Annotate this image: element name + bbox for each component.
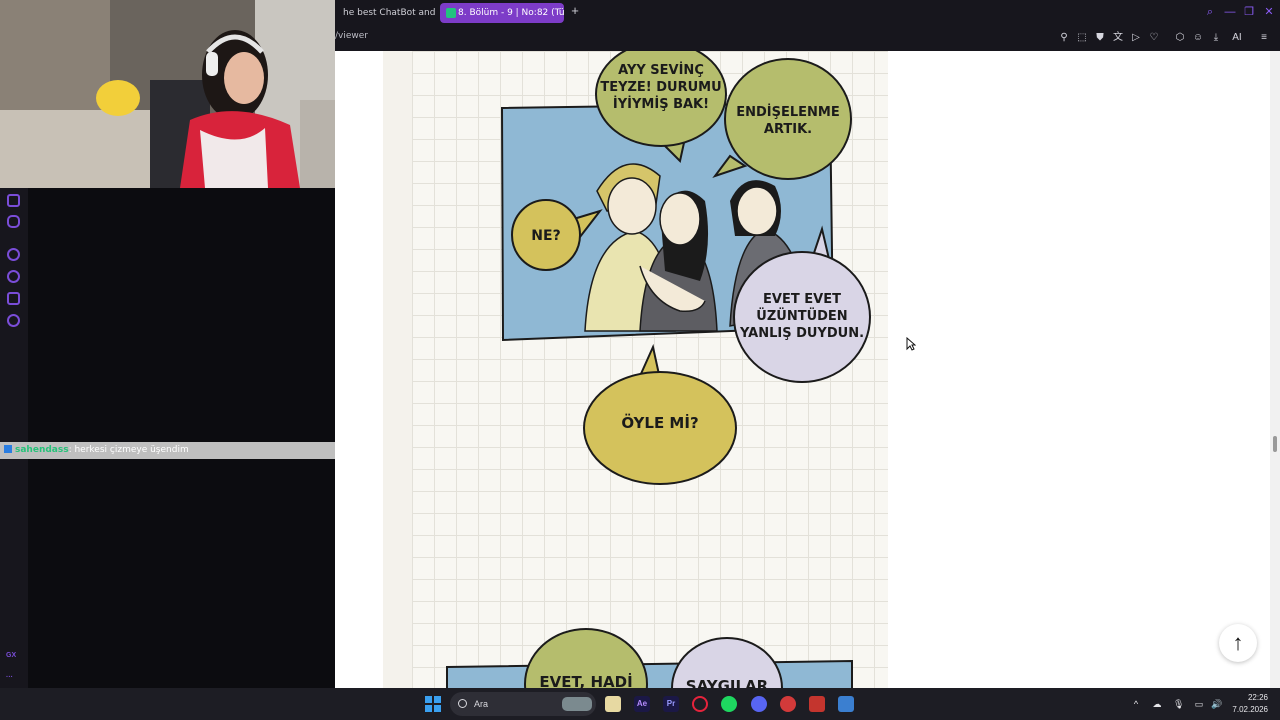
tray-display-icon[interactable]: ▭ (1194, 699, 1204, 709)
clock-time: 22:26 (1247, 693, 1268, 702)
bubble-ayy-line2: TEYZE! DURUMU (600, 80, 721, 95)
new-tab-plus-icon[interactable]: + (568, 4, 582, 18)
instagram-icon[interactable] (7, 194, 20, 207)
bubble-saygilar-text: SAYGILAR (686, 677, 769, 688)
streaming-app-icon[interactable] (780, 696, 796, 712)
page-scrollbar[interactable] (1270, 51, 1280, 688)
bubble-evet-line2: ÜZÜNTÜDEN (756, 308, 847, 324)
restore-window-icon[interactable]: ❐ (1242, 5, 1256, 19)
photo-app-icon[interactable] (838, 696, 854, 712)
webcam-overlay (0, 0, 335, 188)
bubble-oyle-mi-text: ÖYLE Mİ? (621, 413, 698, 432)
close-window-icon[interactable]: ✕ (1262, 5, 1276, 19)
sidebar-more-icon[interactable]: ··· (6, 674, 13, 681)
bubble-endiselenme-line2: ARTIK. (764, 122, 812, 137)
ai-icon[interactable]: AI (1230, 31, 1244, 45)
speech-bubble-endiselenme: ENDİŞELENME ARTIK. (712, 58, 852, 180)
chat-username: sahendass (15, 445, 69, 455)
tab-comic-label: 8. Bölüm - 9 | No:82 (Türk (458, 8, 564, 18)
bubble-evet-hadi-text: EVET, HADİ (539, 672, 632, 688)
search-tabs-icon[interactable]: ⌕ (1203, 5, 1217, 19)
chat-badge-icon (4, 445, 12, 453)
url-text[interactable]: /viewer (335, 31, 368, 41)
spotify-icon[interactable] (721, 696, 737, 712)
opera-gx-icon[interactable] (692, 696, 708, 712)
taskbar-search[interactable]: Ara (450, 692, 596, 716)
bubble-ayy-line3: İYİYMİŞ BAK! (613, 96, 709, 112)
settings-gear-icon[interactable] (7, 314, 20, 327)
heart-icon[interactable]: ♡ (1147, 31, 1161, 45)
comic-art: AYY SEVİNÇ TEYZE! DURUMU İYİYMİŞ BAK! EN… (446, 51, 871, 688)
scroll-to-top-button[interactable]: ↑ (1219, 624, 1257, 662)
clock-date: 7.02.2026 (1232, 705, 1268, 714)
player-icon[interactable] (7, 248, 20, 261)
download-icon[interactable]: ⤓ (1209, 31, 1223, 45)
translate-icon[interactable]: 文 (1111, 31, 1125, 45)
screenshot-icon[interactable]: ⬚ (1075, 31, 1089, 45)
search-icon (458, 699, 467, 708)
tray-cloud-icon[interactable]: ☁ (1152, 699, 1162, 709)
premiere-icon[interactable]: Pr (663, 696, 679, 712)
discord-icon[interactable] (7, 215, 20, 228)
browser-sidebar: GX ··· (0, 188, 28, 688)
windows-start-icon[interactable] (425, 696, 441, 712)
history-icon[interactable] (7, 270, 20, 283)
chat-text: : herkesi çizmeye üşendim (68, 445, 189, 455)
tray-volume-icon[interactable]: 🔊 (1211, 699, 1222, 709)
after-effects-icon[interactable]: Ae (634, 696, 650, 712)
bubble-ne-text: NE? (531, 228, 560, 244)
bubble-evet-line3: YANLIŞ DUYDUN. (739, 326, 864, 341)
shield-icon[interactable]: ⛊ (1093, 31, 1107, 45)
tab-comic-viewer[interactable]: 8. Bölüm - 9 | No:82 (Türk (440, 3, 564, 23)
extensions-sidebar-icon[interactable] (7, 292, 20, 305)
discord-taskbar-icon[interactable] (751, 696, 767, 712)
speech-bubble-oyle-mi: ÖYLE Mİ? (583, 343, 737, 485)
file-explorer-icon[interactable] (605, 696, 621, 712)
menu-icon[interactable]: ≡ (1257, 31, 1271, 45)
comic-panel-next: EVET, HADİ SAYGILAR (446, 628, 853, 688)
taskbar-clock[interactable]: 22:26 7.02.2026 (1228, 692, 1268, 716)
extensions-icon[interactable]: ⬡ (1173, 31, 1187, 45)
search-highlight-image (562, 697, 592, 711)
bubble-ayy-line1: AYY SEVİNÇ (618, 62, 704, 78)
chat-message: sahendass: herkesi çizmeye üşendim (0, 442, 360, 459)
comic-viewer-page: AYY SEVİNÇ TEYZE! DURUMU İYİYMİŞ BAK! EN… (335, 51, 1270, 688)
minimize-icon[interactable]: — (1223, 5, 1237, 19)
tab-favicon-icon (446, 8, 456, 18)
stream-deck-icon[interactable] (809, 696, 825, 712)
bubble-evet-line1: EVET EVET (763, 292, 841, 307)
play-icon[interactable]: ▷ (1129, 31, 1143, 45)
taskbar-search-placeholder: Ara (474, 699, 489, 709)
pin-icon[interactable]: ⚲ (1057, 31, 1071, 45)
tray-mic-icon[interactable]: 🎙 (1173, 699, 1184, 709)
mouse-cursor-icon (906, 337, 916, 351)
gx-label: GX (6, 652, 17, 659)
webcam-image (0, 0, 335, 188)
stream-background-panel (28, 188, 335, 688)
windows-taskbar: Ara Ae Pr ^ ☁ 🎙 ▭ 🔊 22:26 7.02.2026 (0, 688, 1280, 720)
tab-chatbot[interactable]: he best ChatBot and Wid (335, 3, 435, 23)
page-scrollbar-thumb[interactable] (1273, 436, 1277, 452)
tray-chevron-icon[interactable]: ^ (1131, 699, 1141, 709)
account-icon[interactable]: ☺ (1191, 31, 1205, 45)
bubble-endiselenme-line1: ENDİŞELENME (736, 104, 840, 120)
